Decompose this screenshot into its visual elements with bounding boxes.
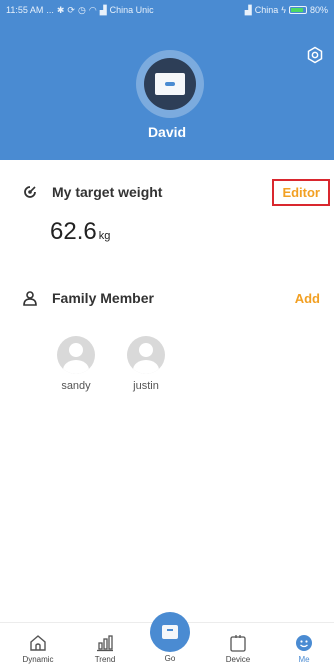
nav-label-dynamic: Dynamic [22, 655, 54, 664]
family-member-row: Family Member Add [0, 286, 334, 310]
scale-icon [155, 73, 185, 95]
target-weight-row: My target weight Editor [0, 178, 334, 206]
person-icon [23, 291, 37, 306]
alarm-icon: ◷ [77, 4, 86, 15]
nav-label-trend: Trend [94, 655, 116, 664]
user-name: David [147, 124, 187, 140]
nav-item-trend[interactable]: Trend [80, 633, 130, 664]
add-member-button[interactable]: Add [295, 291, 320, 306]
nav-label-device: Device [225, 655, 251, 664]
nav-item-dynamic[interactable]: Dynamic [13, 633, 63, 664]
nav-label-me: Me [298, 655, 310, 664]
status-time: 11:55 AM [6, 5, 44, 15]
target-weight-value: 62.6 kg [50, 218, 110, 246]
member-avatar-icon [127, 336, 165, 374]
member-name: sandy [61, 380, 91, 392]
status-dots: ... [46, 5, 54, 15]
avatar[interactable] [136, 50, 204, 118]
family-member-item[interactable]: justin [116, 336, 176, 392]
signal-icon-2: ▟ [244, 4, 252, 15]
weight-number: 62.6 [50, 218, 97, 245]
charging-icon: ϟ [281, 5, 286, 15]
device-icon [230, 635, 246, 652]
target-weight-title: My target weight [52, 184, 163, 200]
wifi-icon: ◠ [88, 4, 97, 15]
target-icon [24, 186, 36, 198]
battery-icon [288, 6, 307, 14]
status-bar: 11:55 AM ... ✱ ⟳ ◷ ◠ ▟ China Unic ▟ Chin… [0, 0, 334, 20]
family-member-item[interactable]: sandy [46, 336, 106, 392]
bar-chart-icon [97, 635, 113, 652]
home-icon [30, 635, 46, 651]
battery-level: 80% [309, 5, 328, 15]
profile-header: 11:55 AM ... ✱ ⟳ ◷ ◠ ▟ China Unic ▟ Chin… [0, 0, 334, 160]
weight-unit: kg [98, 230, 111, 242]
nav-label-go: Go [164, 654, 176, 663]
member-avatar-icon [57, 336, 95, 374]
carrier-2: China [254, 5, 279, 15]
go-button[interactable] [150, 612, 190, 652]
nav-item-me[interactable]: Me [279, 633, 329, 664]
sync-icon: ⟳ [67, 4, 75, 15]
me-icon [296, 635, 312, 651]
scale-icon [162, 625, 178, 639]
gear-icon[interactable] [306, 46, 324, 64]
nav-item-device[interactable]: Device [213, 633, 263, 664]
bluetooth-icon: ✱ [56, 4, 65, 15]
family-member-title: Family Member [52, 290, 154, 306]
signal-icon: ▟ [99, 4, 107, 15]
avatar-image [144, 58, 196, 110]
carrier-1: China Unic [109, 5, 154, 15]
member-name: justin [133, 380, 159, 392]
editor-button[interactable]: Editor [272, 178, 330, 206]
